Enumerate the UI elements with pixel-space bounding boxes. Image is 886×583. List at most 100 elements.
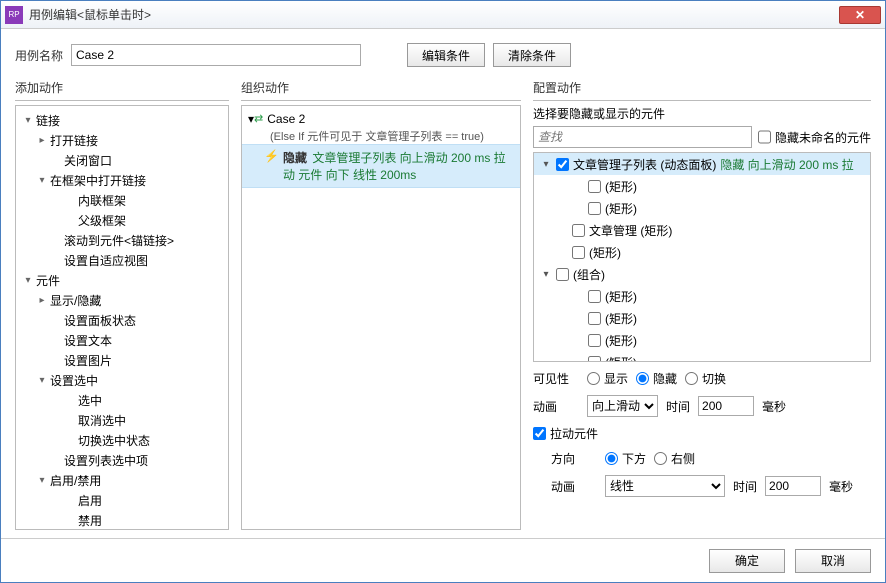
widget-tree-row[interactable]: ▾(组合) (534, 263, 870, 285)
action-tree-item[interactable]: 父级框架 (16, 210, 228, 230)
widget-checkbox[interactable] (556, 268, 569, 281)
widget-tree-row[interactable]: (矩形) (534, 175, 870, 197)
action-tree-item[interactable]: 切换选中状态 (16, 430, 228, 450)
visibility-toggle-radio[interactable]: 切换 (685, 370, 726, 387)
hide-unnamed-checkbox[interactable]: 隐藏未命名的元件 (758, 126, 871, 148)
widget-checkbox[interactable] (556, 158, 569, 171)
case-node[interactable]: ▾ ⇄ Case 2 (242, 110, 520, 128)
action-tree-item[interactable]: ▾启用/禁用 (16, 470, 228, 490)
widget-tree-row[interactable]: ▾文章管理子列表 (动态面板)隐藏 向上滑动 200 ms 拉 (534, 153, 870, 175)
widget-checkbox[interactable] (588, 290, 601, 303)
action-tree[interactable]: ▾链接▸打开链接关闭窗口▾在框架中打开链接内联框架父级框架滚动到元件<锚链接>设… (15, 105, 229, 530)
organize-panel: ▾ ⇄ Case 2 (Else If 元件可见于 文章管理子列表 == tru… (241, 105, 521, 530)
direction-below-radio[interactable]: 下方 (605, 450, 646, 467)
action-tree-item[interactable]: ▾链接 (16, 110, 228, 130)
case-icon: ⇄ (254, 112, 263, 125)
tree-item-label: 显示/隐藏 (50, 292, 101, 309)
case-condition: (Else If 元件可见于 文章管理子列表 == true) (242, 128, 520, 144)
case-name-row: 用例名称 编辑条件 清除条件 (15, 43, 871, 67)
action-tree-item[interactable]: ▾元件 (16, 270, 228, 290)
tree-item-label: 设置列表选中项 (64, 452, 148, 469)
chevron-down-icon[interactable]: ▾ (540, 269, 552, 280)
case-name-input[interactable] (71, 44, 361, 66)
columns: ▾链接▸打开链接关闭窗口▾在框架中打开链接内联框架父级框架滚动到元件<锚链接>设… (15, 105, 871, 530)
visibility-row: 可见性 显示 隐藏 切换 (533, 370, 871, 387)
pull-widgets-checkbox[interactable]: 拉动元件 (533, 425, 871, 442)
visibility-hide-radio[interactable]: 隐藏 (636, 370, 677, 387)
widget-label: 文章管理 (矩形) (589, 222, 672, 239)
action-tree-item[interactable]: 设置文本 (16, 330, 228, 350)
chevron-down-icon[interactable]: ▾ (36, 475, 48, 486)
tree-item-label: 启用 (78, 492, 102, 509)
action-tree-item[interactable]: 内联框架 (16, 190, 228, 210)
direction-row: 方向 下方 右侧 (551, 450, 871, 467)
direction-label: 方向 (551, 450, 597, 467)
tree-item-label: 滚动到元件<锚链接> (64, 232, 174, 249)
action-tree-item[interactable]: 启用 (16, 490, 228, 510)
widget-tree-row[interactable]: (矩形) (534, 241, 870, 263)
widget-checkbox[interactable] (588, 356, 601, 363)
visibility-show-radio[interactable]: 显示 (587, 370, 628, 387)
action-tree-item[interactable]: ▸显示/隐藏 (16, 290, 228, 310)
direction-right-radio[interactable]: 右侧 (654, 450, 695, 467)
case-outline[interactable]: ▾ ⇄ Case 2 (Else If 元件可见于 文章管理子列表 == tru… (241, 105, 521, 530)
action-tree-item[interactable]: 设置面板状态 (16, 310, 228, 330)
case-editor-window: RP 用例编辑<鼠标单击时> ✕ 用例名称 编辑条件 清除条件 添加动作 组织动… (0, 0, 886, 583)
widget-checkbox[interactable] (588, 202, 601, 215)
animation-select[interactable]: 向上滑动 (587, 395, 658, 417)
ok-button[interactable]: 确定 (709, 549, 785, 573)
pull-animation-select[interactable]: 线性 (605, 475, 725, 497)
clear-condition-button[interactable]: 清除条件 (493, 43, 571, 67)
widget-tree-row[interactable]: 文章管理 (矩形) (534, 219, 870, 241)
widget-tree-row[interactable]: (矩形) (534, 197, 870, 219)
action-tree-item[interactable]: 滚动到元件<锚链接> (16, 230, 228, 250)
chevron-right-icon[interactable]: ▸ (36, 135, 48, 146)
add-action-panel: ▾链接▸打开链接关闭窗口▾在框架中打开链接内联框架父级框架滚动到元件<锚链接>设… (15, 105, 229, 530)
widget-checkbox[interactable] (572, 246, 585, 259)
widget-checkbox[interactable] (588, 312, 601, 325)
action-tree-item[interactable]: 设置列表选中项 (16, 450, 228, 470)
search-input[interactable] (533, 126, 752, 148)
action-tree-item[interactable]: 设置自适应视图 (16, 250, 228, 270)
chevron-down-icon[interactable]: ▾ (540, 159, 552, 170)
action-name: 隐藏 (283, 151, 307, 165)
case-node-label: Case 2 (267, 112, 305, 126)
widget-label: (矩形) (605, 354, 637, 363)
widget-tree-row[interactable]: (矩形) (534, 351, 870, 362)
tree-item-label: 设置选中 (50, 372, 98, 389)
action-tree-item[interactable]: 取消选中 (16, 410, 228, 430)
close-button[interactable]: ✕ (839, 6, 881, 24)
action-detail: 文章管理子列表 向上滑动 200 ms 拉动 元件 向下 线性 200ms (283, 151, 506, 182)
widget-checkbox[interactable] (588, 334, 601, 347)
app-icon: RP (5, 6, 23, 24)
widget-tree-row[interactable]: (矩形) (534, 329, 870, 351)
action-tree-item[interactable]: 关闭窗口 (16, 150, 228, 170)
widget-tree-row[interactable]: (矩形) (534, 285, 870, 307)
close-icon: ✕ (855, 8, 865, 22)
chevron-right-icon[interactable]: ▸ (36, 295, 48, 306)
widget-checkbox[interactable] (572, 224, 585, 237)
cancel-button[interactable]: 取消 (795, 549, 871, 573)
action-tree-item[interactable]: 选中 (16, 390, 228, 410)
action-tree-item[interactable]: 设置图片 (16, 350, 228, 370)
action-tree-item[interactable]: ▾设置选中 (16, 370, 228, 390)
widget-tree-row[interactable]: (矩形) (534, 307, 870, 329)
chevron-down-icon[interactable]: ▾ (22, 275, 34, 286)
tree-item-label: 在框架中打开链接 (50, 172, 146, 189)
widget-label: (矩形) (605, 310, 637, 327)
chevron-down-icon[interactable]: ▾ (36, 175, 48, 186)
visibility-label: 可见性 (533, 370, 579, 387)
action-tree-item[interactable]: 禁用 (16, 510, 228, 530)
widget-tree[interactable]: ▾文章管理子列表 (动态面板)隐藏 向上滑动 200 ms 拉(矩形)(矩形)文… (533, 152, 871, 362)
action-tree-item[interactable]: ▾在框架中打开链接 (16, 170, 228, 190)
edit-condition-button[interactable]: 编辑条件 (407, 43, 485, 67)
organize-action-header: 组织动作 (241, 79, 521, 101)
pull-time-label: 时间 (733, 478, 757, 495)
widget-checkbox[interactable] (588, 180, 601, 193)
time-input[interactable] (698, 396, 754, 416)
chevron-down-icon[interactable]: ▾ (36, 375, 48, 386)
action-node[interactable]: ⚡ 隐藏 文章管理子列表 向上滑动 200 ms 拉动 元件 向下 线性 200… (242, 144, 520, 188)
pull-time-input[interactable] (765, 476, 821, 496)
chevron-down-icon[interactable]: ▾ (22, 115, 34, 126)
action-tree-item[interactable]: ▸打开链接 (16, 130, 228, 150)
